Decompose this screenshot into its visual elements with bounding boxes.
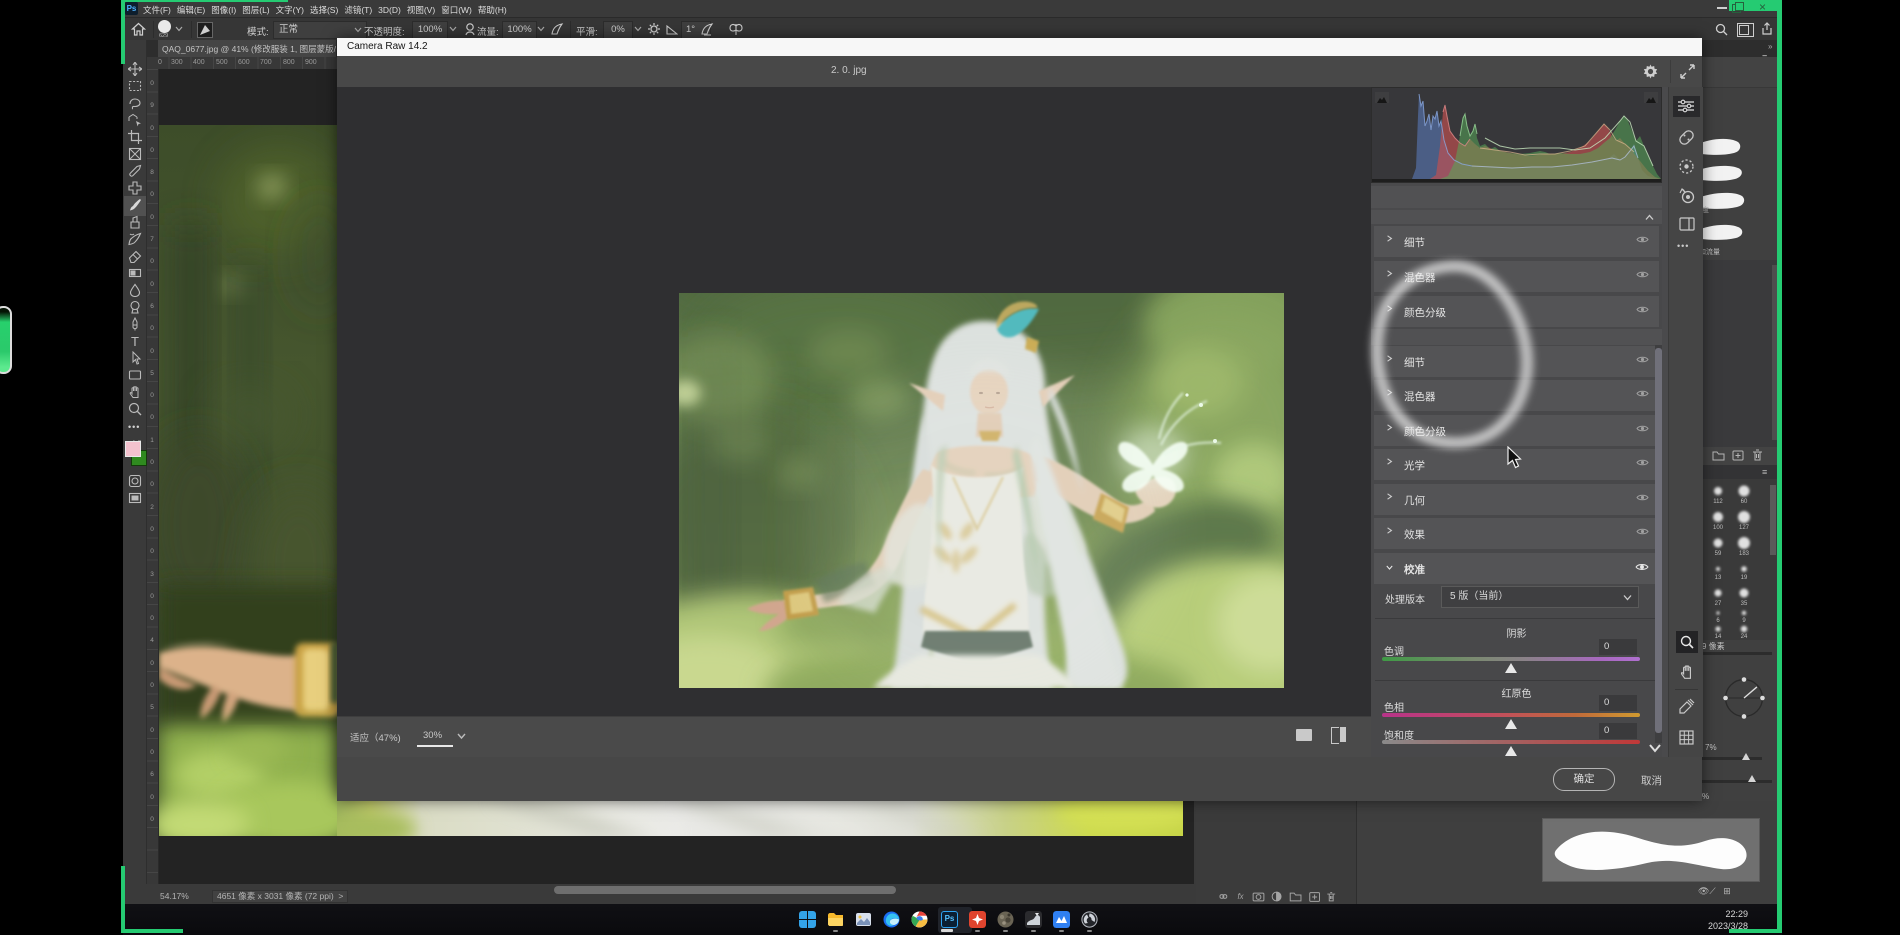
svg-text:13: 13 <box>1715 575 1722 581</box>
svg-text:19: 19 <box>1741 575 1748 581</box>
svg-text:127: 127 <box>1739 525 1750 531</box>
svg-text:9: 9 <box>1742 618 1746 624</box>
svg-text:fx: fx <box>1238 892 1245 901</box>
svg-text:35: 35 <box>1741 601 1748 607</box>
svg-text:24: 24 <box>1741 634 1748 640</box>
svg-text:27: 27 <box>1715 601 1722 607</box>
svg-text:6: 6 <box>1716 618 1720 624</box>
svg-text:59: 59 <box>1715 551 1722 557</box>
svg-text:100: 100 <box>1713 525 1724 531</box>
svg-text:60: 60 <box>1741 499 1748 505</box>
svg-text:T: T <box>131 334 139 348</box>
svg-text:112: 112 <box>1713 499 1723 505</box>
svg-text:183: 183 <box>1739 551 1750 557</box>
svg-text:14: 14 <box>1715 634 1722 640</box>
